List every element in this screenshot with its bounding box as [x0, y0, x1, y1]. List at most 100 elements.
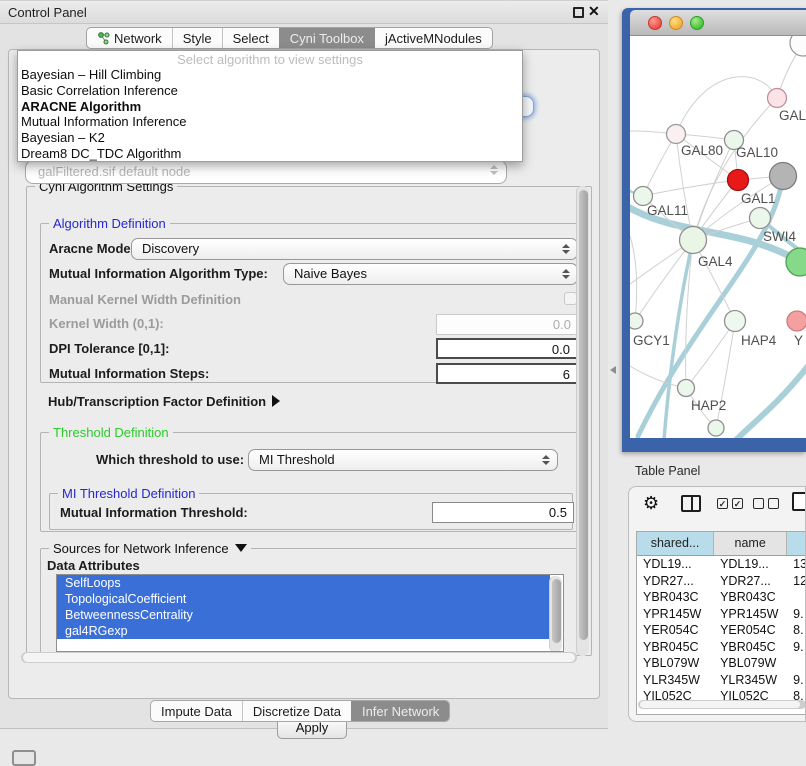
tab-select[interactable]: Select	[222, 28, 279, 48]
aracne-mode-value: Discovery	[142, 241, 199, 256]
tab-network[interactable]: Network	[87, 28, 172, 48]
network-graph[interactable]: GALGAL80GAL10GAL1GAL11SWI4GAL4GCY1HAP4YH…	[630, 36, 806, 438]
table-row[interactable]: YDL19...YDL19...13	[637, 556, 806, 573]
node-label: GAL	[779, 108, 806, 123]
network-node-gal1[interactable]	[728, 170, 749, 191]
checked-checkbox-icon[interactable]: ✓	[717, 498, 728, 509]
algorithm-option-aracne-algorithm[interactable]: ARACNE Algorithm	[18, 99, 522, 115]
table-cell: 9.	[787, 639, 806, 656]
sources-group: Sources for Network Inference Data Attri…	[40, 548, 586, 653]
unchecked-checkbox-icon[interactable]	[768, 498, 779, 509]
attribute-item-topologicalcoefficient[interactable]: TopologicalCoefficient	[57, 591, 550, 607]
stepper-icon[interactable]	[562, 269, 570, 279]
column-header-name[interactable]: name	[714, 532, 787, 555]
algorithm-option-dream8-dc-tdc-algorithm[interactable]: Dream8 DC_TDC Algorithm	[18, 146, 522, 162]
minimized-panel-icon[interactable]	[12, 750, 36, 766]
settings-scrollbar[interactable]	[576, 186, 589, 656]
table-row[interactable]: YLR345WYLR345W9.	[637, 672, 806, 689]
node-label: Y	[794, 333, 803, 348]
list-scrollbar[interactable]	[549, 576, 562, 652]
column-header-col2[interactable]	[787, 532, 806, 555]
algorithm-option-bayesian-k2[interactable]: Bayesian – K2	[18, 130, 522, 146]
panel-title: Control Panel	[8, 5, 87, 20]
network-canvas[interactable]: GALGAL80GAL10GAL1GAL11SWI4GAL4GCY1HAP4YH…	[630, 36, 806, 438]
minimize-traffic-light-icon[interactable]	[669, 16, 683, 30]
table-row[interactable]: YER054CYER054C8.	[637, 622, 806, 639]
table-row[interactable]: YBL079WYBL079W	[637, 655, 806, 672]
network-node-gal4[interactable]	[680, 227, 707, 254]
tab-style[interactable]: Style	[172, 28, 222, 48]
stepper-icon[interactable]	[562, 244, 570, 254]
table-hscrollbar-thumb[interactable]	[640, 701, 800, 708]
tab-cyni-toolbox[interactable]: Cyni Toolbox	[279, 28, 374, 48]
network-node[interactable]	[708, 420, 724, 436]
network-node-hap4[interactable]	[725, 311, 746, 332]
network-edge[interactable]	[643, 180, 738, 196]
network-node-y[interactable]	[787, 311, 806, 331]
network-edge[interactable]	[676, 77, 777, 134]
background-combo[interactable]: galFiltered.sif default node	[25, 160, 507, 184]
panel-collapse-arrow-icon[interactable]	[610, 366, 616, 374]
network-node[interactable]	[790, 36, 806, 56]
kernel-width-field[interactable]: 0.0	[436, 314, 578, 335]
network-edge[interactable]	[686, 321, 735, 388]
network-edge[interactable]	[736, 366, 806, 438]
table-row[interactable]: YPR145WYPR145W9.	[637, 606, 806, 623]
algorithm-option-mutual-information-inference[interactable]: Mutual Information Inference	[18, 114, 522, 130]
close-icon[interactable]: ✕	[588, 3, 600, 20]
bottom-tab-infer-network[interactable]: Infer Network	[351, 701, 449, 721]
mi-type-label: Mutual Information Algorithm Type:	[49, 266, 268, 281]
hub-definition-expander[interactable]: Hub/Transcription Factor Definition	[48, 393, 280, 411]
network-node-swi4[interactable]	[750, 208, 771, 229]
dpi-tolerance-field[interactable]: 0.0	[436, 338, 578, 359]
tab-jactivemnodules[interactable]: jActiveMNodules	[374, 28, 492, 48]
network-edge[interactable]	[643, 134, 676, 196]
network-node-gcy1[interactable]	[630, 313, 643, 329]
chevron-down-icon	[235, 544, 247, 552]
data-attributes-list[interactable]: SelfLoopsTopologicalCoefficientBetweenne…	[56, 574, 564, 652]
network-node-gal[interactable]	[768, 89, 787, 108]
mi-type-combo[interactable]: Naive Bayes	[283, 263, 578, 285]
table-row[interactable]: YDR27...YDR27...12	[637, 573, 806, 590]
attribute-item-gal4rgexp[interactable]: gal4RGexp	[57, 623, 550, 639]
which-threshold-combo[interactable]: MI Threshold	[248, 449, 558, 471]
network-node[interactable]	[770, 163, 797, 190]
algorithm-definition-group: Algorithm Definition Aracne Mode: Discov…	[40, 223, 582, 383]
network-edge[interactable]	[630, 236, 637, 321]
algorithm-option-bayesian-hill-climbing[interactable]: Bayesian – Hill Climbing	[18, 67, 522, 83]
zoom-traffic-light-icon[interactable]	[690, 16, 704, 30]
table-hscrollbar[interactable]	[638, 700, 806, 709]
network-node-gal80[interactable]	[667, 125, 686, 144]
mi-steps-field[interactable]: 6	[436, 363, 578, 384]
mi-threshold-field[interactable]: 0.5	[432, 502, 574, 523]
table-cell: YLR345W	[714, 672, 787, 689]
stepper-icon[interactable]	[542, 455, 550, 465]
table-panel: ⚙ ✓ ✓ shared...name YDL19...YDL19...13YD…	[628, 486, 806, 722]
node-label: GCY1	[633, 333, 670, 348]
algorithm-option-basic-correlation-inference[interactable]: Basic Correlation Inference	[18, 83, 522, 99]
attribute-item-selfloops[interactable]: SelfLoops	[57, 575, 550, 591]
float-window-icon[interactable]	[573, 7, 584, 18]
unchecked-checkbox-icon[interactable]	[753, 498, 764, 509]
table-row[interactable]: YBR045CYBR045C9.	[637, 639, 806, 656]
gear-icon[interactable]: ⚙	[643, 493, 659, 514]
sources-title-toggle[interactable]: Sources for Network Inference	[49, 541, 251, 556]
aracne-mode-combo[interactable]: Discovery	[131, 238, 578, 260]
settings-hscrollbar-thumb[interactable]	[23, 653, 575, 662]
bottom-tab-discretize-data[interactable]: Discretize Data	[242, 701, 351, 721]
network-window-titlebar[interactable]	[630, 10, 806, 36]
checked-checkbox-icon[interactable]: ✓	[732, 498, 743, 509]
which-threshold-value: MI Threshold	[259, 452, 335, 467]
network-node-hap2[interactable]	[678, 380, 695, 397]
split-columns-icon[interactable]	[681, 495, 701, 512]
document-icon[interactable]	[792, 492, 806, 511]
bottom-tab-impute-data[interactable]: Impute Data	[151, 701, 242, 721]
column-header-shared[interactable]: shared...	[637, 532, 714, 555]
table-row[interactable]: YBR043CYBR043C	[637, 589, 806, 606]
list-scrollbar-thumb[interactable]	[552, 579, 561, 643]
close-traffic-light-icon[interactable]	[648, 16, 662, 30]
node-table: shared...name YDL19...YDL19...13YDR27...…	[636, 531, 806, 715]
attribute-item-betweennesscentrality[interactable]: BetweennessCentrality	[57, 607, 550, 623]
settings-hscrollbar[interactable]	[21, 652, 577, 663]
settings-scrollbar-thumb[interactable]	[579, 190, 588, 640]
